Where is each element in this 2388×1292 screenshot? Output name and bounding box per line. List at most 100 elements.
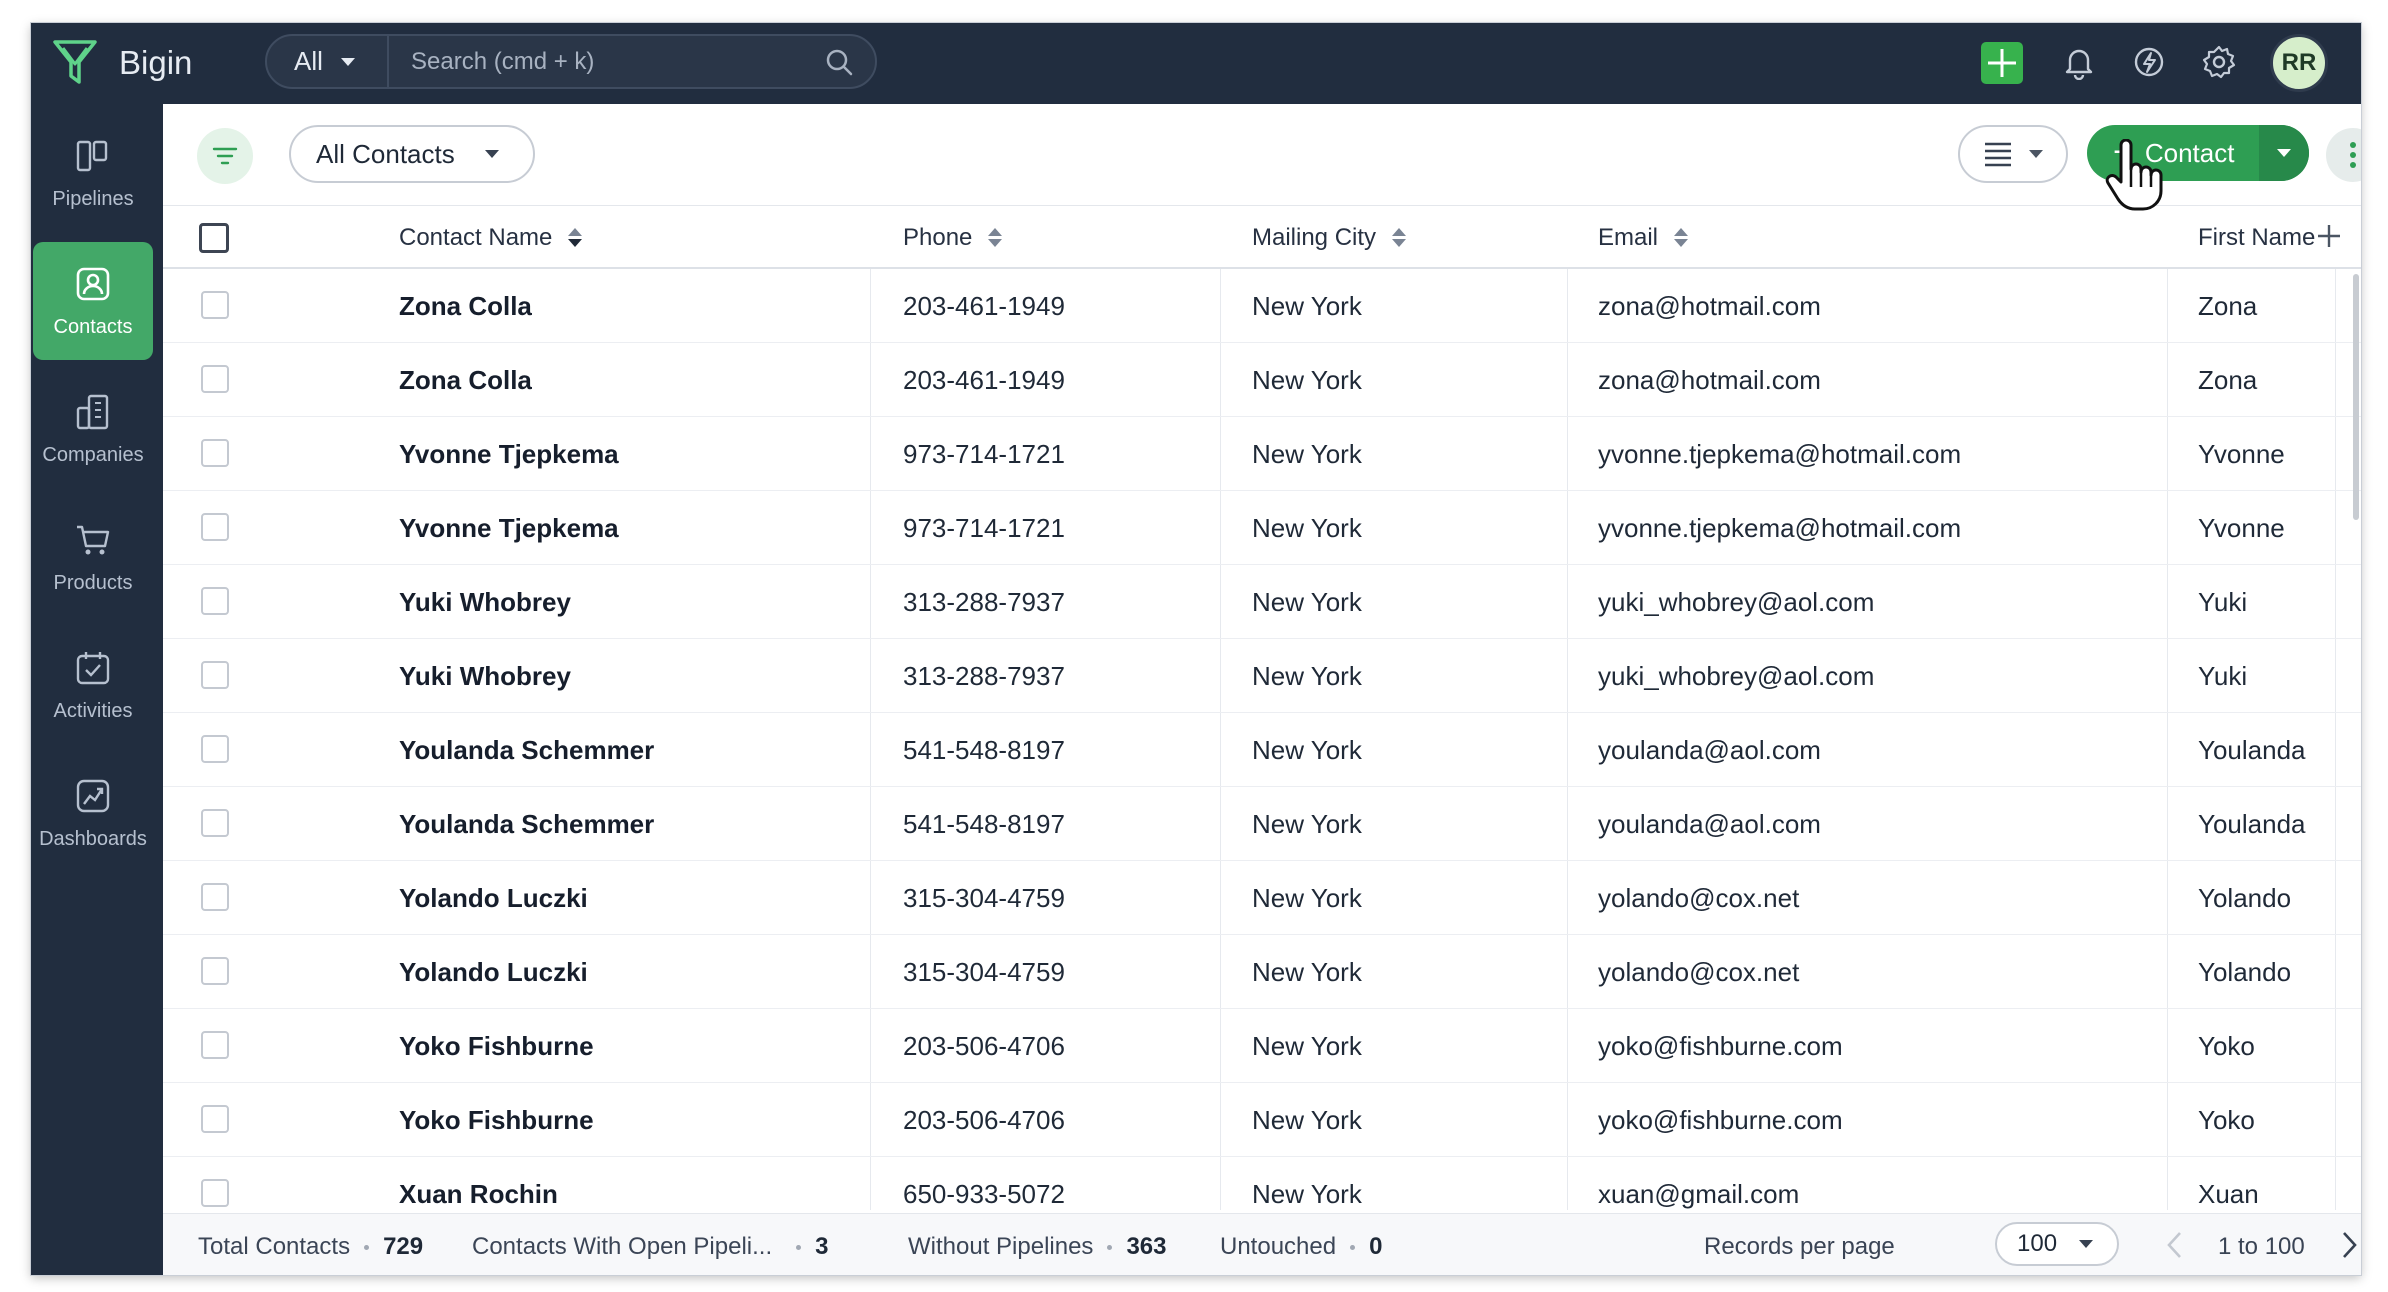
row-checkbox[interactable] [201, 513, 229, 541]
cell-contact-name[interactable]: Yolando Luczki [399, 935, 588, 1009]
cell-contact-name[interactable]: Youlanda Schemmer [399, 713, 654, 787]
sidebar-item-dashboards[interactable]: Dashboards [33, 754, 153, 872]
select-all-cell [199, 206, 229, 269]
column-header-mailing-city[interactable]: Mailing City [1252, 206, 1407, 269]
search-input[interactable] [391, 36, 811, 87]
row-checkbox[interactable] [201, 291, 229, 319]
cell-first-name: Youlanda [2198, 808, 2306, 839]
column-header-first-name[interactable]: First Name [2198, 206, 2315, 269]
table-row[interactable]: Yuki Whobrey 313-288-7937 New York yuki_who… [163, 565, 2361, 639]
cell-contact-name[interactable]: Zona Colla [399, 269, 532, 343]
table-row[interactable]: Yoko Fishburne 203-506-4706 New York yoko@f… [163, 1009, 2361, 1083]
table-row[interactable]: Yolando Luczki 315-304-4759 New York yoland… [163, 935, 2361, 1009]
dashboards-icon [76, 779, 110, 812]
cell-mailing-city: New York [1252, 512, 1362, 543]
stat-without-pipelines[interactable]: Without Pipelines 363 [908, 1233, 1166, 1261]
chevron-right-icon[interactable] [2336, 1230, 2361, 1260]
sidebar-item-companies[interactable]: Companies [33, 370, 153, 488]
table-row[interactable]: Zona Colla 203-461-1949 New York zona@hotma… [163, 343, 2361, 417]
table-row[interactable]: Yoko Fishburne 203-506-4706 New York yoko@f… [163, 1083, 2361, 1157]
column-header-phone[interactable]: Phone [903, 206, 1003, 269]
table-row[interactable]: Xuan Rochin 650-933-5072 New York xuan@gmai… [163, 1157, 2361, 1210]
column-header-contact-name[interactable]: Contact Name [399, 206, 583, 269]
table-row[interactable]: Yvonne Tjepkema 973-714-1721 New York yvonn… [163, 417, 2361, 491]
cell-mailing-city: New York [1252, 882, 1362, 913]
bell-icon[interactable] [2061, 44, 2097, 80]
vertical-scrollbar[interactable] [2353, 274, 2359, 520]
sidebar-item-label: Activities [53, 699, 133, 722]
row-checkbox[interactable] [201, 587, 229, 615]
sort-icon[interactable] [568, 228, 583, 247]
table-row[interactable]: Yvonne Tjepkema 973-714-1721 New York yvonn… [163, 491, 2361, 565]
sidebar-item-products[interactable]: Products [33, 498, 153, 616]
row-checkbox[interactable] [201, 809, 229, 837]
bigin-logo-icon[interactable] [52, 38, 98, 86]
stat-value: 363 [1126, 1233, 1167, 1260]
cell-mailing-city: New York [1252, 734, 1362, 765]
table-header: Contact Name Phone Mailing City Email Fi… [163, 206, 2361, 269]
sort-icon[interactable] [1674, 228, 1689, 247]
search-icon[interactable] [825, 48, 853, 76]
filter-button[interactable] [197, 128, 253, 184]
stat-label: Total Contacts [198, 1233, 351, 1260]
view-mode-dropdown[interactable] [1958, 125, 2068, 183]
row-checkbox[interactable] [201, 1179, 229, 1207]
column-header-label: Contact Name [399, 223, 553, 251]
gear-icon[interactable] [2201, 44, 2237, 80]
stat-total-contacts[interactable]: Total Contacts 729 [198, 1233, 423, 1261]
cell-contact-name[interactable]: Yoko Fishburne [399, 1009, 594, 1083]
add-column-icon[interactable] [2313, 220, 2345, 252]
sort-icon[interactable] [1392, 228, 1407, 247]
sidebar-item-activities[interactable]: Activities [33, 626, 153, 744]
cell-first-name: Yolando [2198, 882, 2292, 913]
row-checkbox[interactable] [201, 735, 229, 763]
row-checkbox[interactable] [201, 1105, 229, 1133]
table-row[interactable]: Youlanda Schemmer 541-548-8197 New York you… [163, 787, 2361, 861]
row-checkbox[interactable] [201, 439, 229, 467]
table-row[interactable]: Zona Colla 203-461-1949 New York zona@hotma… [163, 269, 2361, 343]
table-row[interactable]: Yolando Luczki 315-304-4759 New York yoland… [163, 861, 2361, 935]
stat-untouched[interactable]: Untouched 0 [1220, 1233, 1382, 1261]
select-all-checkbox[interactable] [199, 222, 229, 253]
row-checkbox[interactable] [201, 1031, 229, 1059]
cell-contact-name[interactable]: Youlanda Schemmer [399, 787, 654, 861]
search-scope-dropdown[interactable]: All [267, 36, 389, 87]
cell-phone: 541-548-8197 [903, 734, 1065, 765]
row-checkbox[interactable] [201, 365, 229, 393]
add-contact-options-dropdown[interactable] [2259, 125, 2309, 181]
sidebar-item-pipelines[interactable]: Pipelines [33, 114, 153, 232]
custom-view-dropdown[interactable]: All Contacts [289, 125, 535, 183]
user-avatar[interactable]: RR [2270, 34, 2328, 92]
row-checkbox[interactable] [201, 957, 229, 985]
table-row[interactable]: Yuki Whobrey 313-288-7937 New York yuki_who… [163, 639, 2361, 713]
contacts-icon [76, 267, 110, 300]
cell-contact-name[interactable]: Yolando Luczki [399, 861, 588, 935]
cell-phone: 203-461-1949 [903, 364, 1065, 395]
cell-phone: 203-461-1949 [903, 290, 1065, 321]
sort-icon[interactable] [988, 228, 1003, 247]
zia-icon[interactable] [2131, 44, 2167, 80]
contacts-table: Contact Name Phone Mailing City Email Fi… [163, 206, 2361, 1210]
row-checkbox[interactable] [201, 661, 229, 689]
column-header-email[interactable]: Email [1598, 206, 1689, 269]
list-view-icon [1985, 142, 2011, 167]
sidebar-item-contacts[interactable]: Contacts [33, 242, 153, 360]
cell-contact-name[interactable]: Yvonne Tjepkema [399, 491, 619, 565]
cell-email: youlanda@aol.com [1598, 734, 1821, 765]
records-per-page-dropdown[interactable]: 100 [1995, 1222, 2119, 1266]
cell-contact-name[interactable]: Yoko Fishburne [399, 1083, 594, 1157]
cell-contact-name[interactable]: Yuki Whobrey [399, 565, 571, 639]
stat-open-pipelines[interactable]: Contacts With Open Pipeli... 3 [472, 1233, 829, 1261]
row-checkbox[interactable] [201, 883, 229, 911]
table-row[interactable]: Youlanda Schemmer 541-548-8197 New York you… [163, 713, 2361, 787]
quick-create-button[interactable] [1981, 42, 2023, 84]
cell-contact-name[interactable]: Zona Colla [399, 343, 532, 417]
cell-contact-name[interactable]: Xuan Rochin [399, 1157, 558, 1210]
column-header-label: Mailing City [1252, 223, 1377, 251]
more-options-button[interactable] [2326, 128, 2361, 182]
stat-value: 729 [383, 1233, 424, 1260]
chevron-left-icon[interactable] [2162, 1230, 2188, 1260]
search-scope-label: All [294, 46, 323, 76]
cell-contact-name[interactable]: Yuki Whobrey [399, 639, 571, 713]
cell-contact-name[interactable]: Yvonne Tjepkema [399, 417, 619, 491]
